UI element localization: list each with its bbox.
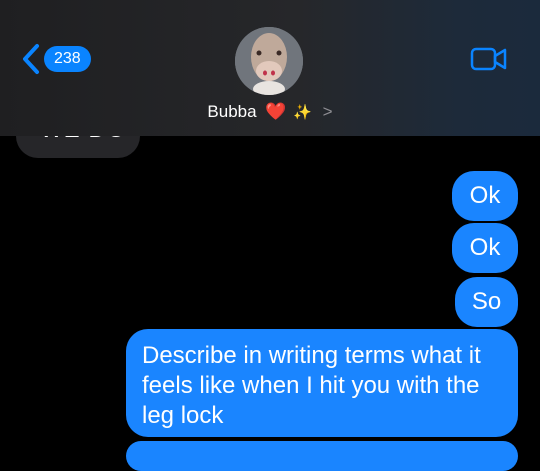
sent-message-text: Ok	[469, 234, 501, 261]
sent-message-text: So	[471, 288, 502, 315]
sent-message-bubble[interactable]: Describe in writing terms what it feels …	[126, 329, 518, 437]
conversation-header: 238 Bubba ❤️ ✨ >	[0, 0, 540, 136]
sent-message-text: Ok	[469, 182, 501, 209]
heart-emoji: ❤️	[265, 102, 287, 121]
sent-message-text: Describe in writing terms what it feels …	[142, 342, 481, 429]
chevron-right-icon: >	[322, 102, 333, 121]
contact-photo	[235, 27, 303, 95]
unread-count-badge: 238	[44, 46, 91, 72]
facetime-video-button[interactable]	[470, 46, 508, 77]
sent-message-bubble[interactable]: Ok	[452, 223, 518, 273]
sent-message-bubble[interactable]: Ok	[452, 171, 518, 221]
sent-message-bubble-partial[interactable]	[126, 441, 518, 471]
video-camera-icon	[470, 47, 507, 71]
chevron-left-icon	[23, 44, 39, 74]
sent-message-bubble[interactable]: So	[455, 277, 518, 327]
avatar[interactable]	[235, 27, 303, 95]
contact-name: Bubba	[207, 102, 257, 121]
contact-name-button[interactable]: Bubba ❤️ ✨ >	[0, 102, 540, 122]
back-button[interactable]: 238	[20, 42, 91, 76]
sparkles-emoji: ✨	[293, 104, 312, 121]
